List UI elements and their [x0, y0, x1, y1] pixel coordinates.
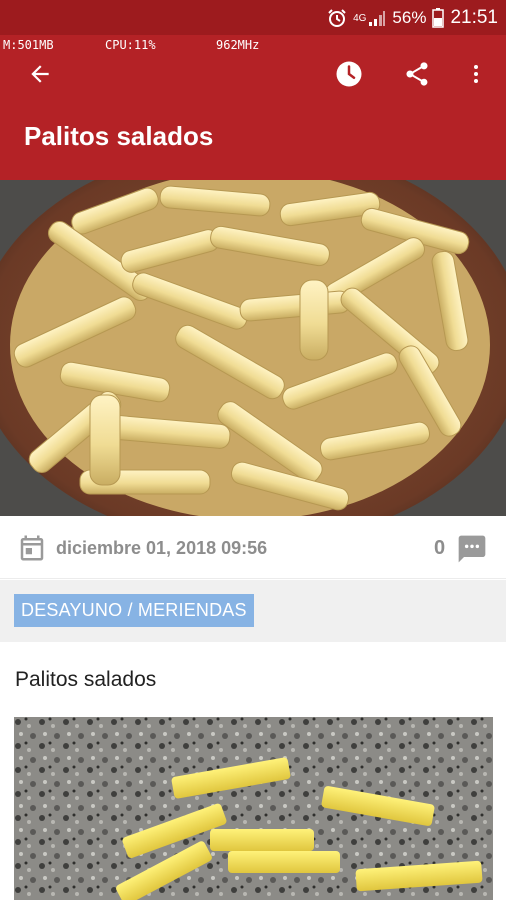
signal-icon: [368, 9, 386, 27]
share-icon: [406, 62, 428, 86]
app-toolbar: M:501MB CPU:11% 962MHz Palitos salados: [0, 35, 506, 180]
clock-time: 21:51: [450, 7, 498, 28]
overflow-menu-button[interactable]: [456, 54, 496, 94]
share-button[interactable]: [397, 54, 437, 94]
battery-percent: 56%: [392, 8, 427, 27]
battery-icon: [432, 8, 445, 28]
back-button[interactable]: [20, 54, 60, 94]
post-body-image: [14, 717, 493, 900]
post-body-text: Palitos salados: [15, 668, 157, 691]
alarm-icon: [327, 8, 347, 28]
debug-mem: M:501MB: [3, 38, 54, 52]
debug-freq: 962MHz: [216, 38, 260, 52]
clock-icon: [336, 61, 362, 87]
category-band: DESAYUNO / MERIENDAS: [0, 580, 506, 642]
page-title: Palitos salados: [24, 121, 214, 151]
calendar-icon: [17, 532, 47, 569]
status-bar: 4G 56% 21:51: [0, 0, 506, 35]
arrow-left-icon: [31, 65, 49, 83]
history-button[interactable]: [329, 54, 369, 94]
status-indicators: 4G 56% 21:51: [327, 7, 498, 29]
post-meta-row: diciembre 01, 2018 09:56 0: [0, 516, 506, 579]
debug-overlay: M:501MB CPU:11% 962MHz: [0, 36, 506, 54]
debug-cpu: CPU:11%: [105, 38, 156, 52]
network-type: 4G: [353, 12, 367, 24]
post-date: diciembre 01, 2018 09:56: [56, 538, 268, 558]
more-vertical-icon: [474, 65, 478, 83]
comment-count[interactable]: 0: [434, 537, 445, 560]
category-chip[interactable]: DESAYUNO / MERIENDAS: [14, 594, 254, 627]
comment-icon[interactable]: [456, 533, 488, 570]
hero-image: [0, 180, 506, 516]
